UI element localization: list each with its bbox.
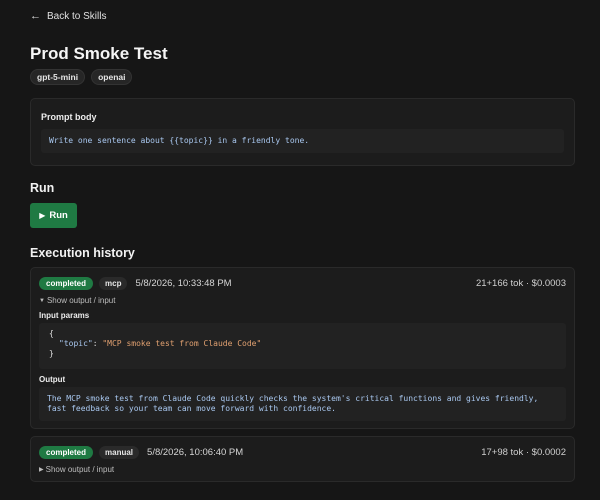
json-value: "MCP smoke test from Claude Code": [102, 339, 262, 348]
execution-header: completed manual 5/8/2026, 10:06:40 PM 1…: [39, 445, 566, 459]
input-params-label: Input params: [39, 311, 90, 320]
run-heading: Run: [30, 181, 55, 195]
json-open-brace: {: [49, 329, 54, 338]
execution-cost: 21+166 tok · $0.0003: [475, 277, 566, 289]
execution-item: completed manual 5/8/2026, 10:06:40 PM 1…: [30, 436, 575, 482]
input-params-box: { "topic": "MCP smoke test from Claude C…: [39, 323, 566, 369]
model-tag: gpt-5-mini: [30, 69, 86, 85]
execution-header: completed mcp 5/8/2026, 10:33:48 PM 21+1…: [39, 276, 566, 290]
toggle-output-input[interactable]: ▶ Show output / input: [39, 465, 114, 474]
triangle-down-icon: ▼: [39, 297, 45, 304]
json-separator: :: [92, 339, 103, 348]
json-key: "topic": [59, 339, 93, 348]
skill-tags: gpt-5-mini openai: [30, 69, 133, 85]
execution-timestamp: 5/8/2026, 10:06:40 PM: [147, 446, 244, 458]
output-label: Output: [39, 375, 66, 384]
back-link-label: Back to Skills: [47, 10, 107, 22]
json-close-brace: }: [49, 349, 54, 358]
run-button-label: Run: [49, 210, 68, 221]
execution-timestamp: 5/8/2026, 10:33:48 PM: [135, 277, 232, 289]
source-badge: manual: [99, 445, 140, 459]
toggle-label: Show output / input: [46, 296, 116, 305]
toggle-label: Show output / input: [45, 465, 115, 474]
status-badge: completed: [39, 276, 94, 290]
prompt-card: Prompt body Write one sentence about {{t…: [30, 98, 575, 166]
json-param-line: "topic": "MCP smoke test from Claude Cod…: [49, 339, 556, 349]
triangle-right-icon: ▶: [39, 467, 44, 473]
back-to-skills-link[interactable]: ← Back to Skills: [30, 10, 106, 22]
output-box: The MCP smoke test from Claude Code quic…: [39, 387, 566, 421]
prompt-label: Prompt body: [41, 112, 97, 122]
source-badge: mcp: [99, 276, 128, 290]
execution-cost: 17+98 tok · $0.0002: [481, 446, 566, 458]
execution-item: completed mcp 5/8/2026, 10:33:48 PM 21+1…: [30, 267, 575, 429]
page-title: Prod Smoke Test: [30, 44, 168, 63]
play-icon: ▶: [39, 211, 46, 220]
arrow-left-icon: ←: [30, 10, 41, 22]
run-button[interactable]: ▶ Run: [30, 203, 77, 228]
status-badge: completed: [39, 445, 94, 459]
provider-tag: openai: [91, 69, 133, 85]
toggle-output-input[interactable]: ▼ Show output / input: [39, 296, 115, 305]
prompt-body: Write one sentence about {{topic}} in a …: [41, 129, 564, 153]
execution-history-heading: Execution history: [30, 246, 135, 260]
